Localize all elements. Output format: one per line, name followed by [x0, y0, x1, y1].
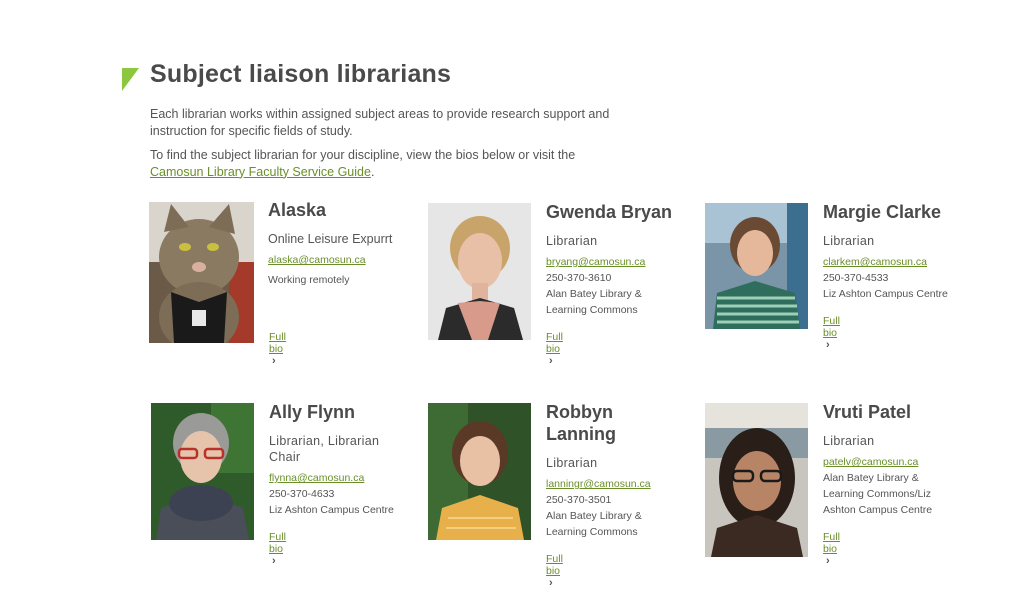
chevron-right-icon: › [272, 555, 276, 567]
librarian-email[interactable]: clarkem@camosun.ca [823, 254, 973, 270]
info-alaska: Alaska Online Leisure Expurrt alaska@cam… [268, 199, 418, 288]
photo-vruti-patel [705, 403, 808, 557]
librarian-email[interactable]: lanningr@camosun.ca [546, 476, 696, 492]
heading-accent-icon [122, 68, 139, 91]
full-bio-link-gwenda-bryan[interactable]: Full bio› [546, 331, 563, 367]
intro-text: Each librarian works within assigned sub… [150, 106, 630, 188]
intro-paragraph-2-end: . [370, 164, 375, 179]
librarian-email[interactable]: alaska@camosun.ca [268, 252, 418, 268]
librarian-location: Alan Batey Library & Learning Commons [546, 510, 642, 538]
librarian-name: Ally Flynn [269, 402, 356, 422]
librarian-phone: 250-370-4633 [269, 488, 335, 500]
librarian-role: Online Leisure Expurrt [268, 232, 393, 246]
librarian-location: Alan Batey Library & Learning Commons [546, 288, 642, 316]
chevron-right-icon: › [549, 577, 553, 589]
librarian-location: Liz Ashton Campus Centre [823, 288, 948, 300]
full-bio-label: Full bio [823, 315, 840, 339]
full-bio-link-robbyn-lanning[interactable]: Full bio› [546, 553, 563, 589]
intro-paragraph-2-text: To find the subject librarian for your d… [150, 148, 576, 162]
intro-paragraph-1: Each librarian works within assigned sub… [150, 107, 610, 138]
librarian-role: Librarian [546, 234, 598, 248]
librarian-email[interactable]: patelv@camosun.ca [823, 454, 953, 470]
info-gwenda-bryan: Gwenda Bryan Librarian bryang@camosun.ca… [546, 201, 696, 318]
intro-paragraph-2: To find the subject librarian for your d… [150, 147, 630, 180]
chevron-right-icon: › [826, 555, 830, 567]
photo-ally-flynn [151, 403, 254, 540]
full-bio-link-vruti-patel[interactable]: Full bio› [823, 531, 840, 567]
info-vruti-patel: Vruti Patel Librarian patelv@camosun.ca … [823, 401, 953, 518]
photo-alaska [149, 202, 254, 343]
full-bio-label: Full bio [546, 331, 563, 355]
photo-gwenda-bryan [428, 203, 531, 340]
photo-margie-clarke [705, 203, 808, 329]
librarian-location: Liz Ashton Campus Centre [269, 504, 394, 516]
full-bio-link-ally-flynn[interactable]: Full bio› [269, 531, 286, 567]
librarian-location: Alan Batey Library & Learning Commons/Li… [823, 472, 933, 516]
librarian-role: Librarian [546, 456, 598, 470]
librarian-name: Vruti Patel [823, 402, 912, 422]
librarian-email[interactable]: bryang@camosun.ca [546, 254, 696, 270]
librarian-phone: 250-370-3610 [546, 272, 612, 284]
chevron-right-icon: › [549, 355, 553, 367]
librarian-email[interactable]: flynna@camosun.ca [269, 470, 399, 486]
librarian-role: Librarian [823, 234, 875, 248]
librarian-role: Librarian, Librarian Chair [269, 434, 380, 464]
librarian-name: Robbyn Lanning [546, 402, 616, 444]
librarian-name: Gwenda Bryan [546, 202, 673, 222]
librarian-name: Alaska [268, 200, 327, 220]
faculty-service-guide-link[interactable]: Camosun Library Faculty Service Guide [150, 165, 371, 179]
librarian-phone: 250-370-4533 [823, 272, 889, 284]
full-bio-label: Full bio [546, 553, 563, 577]
photo-robbyn-lanning [428, 403, 531, 540]
chevron-right-icon: › [826, 339, 830, 351]
chevron-right-icon: › [272, 355, 276, 367]
full-bio-link-margie-clarke[interactable]: Full bio› [823, 315, 840, 351]
info-ally-flynn: Ally Flynn Librarian, Librarian Chair fl… [269, 401, 399, 518]
librarian-phone: 250-370-3501 [546, 494, 612, 506]
full-bio-link-alaska[interactable]: Full bio› [269, 331, 286, 367]
full-bio-label: Full bio [269, 331, 286, 355]
librarian-name: Margie Clarke [823, 202, 942, 222]
page-title: Subject liaison librarians [150, 60, 452, 88]
info-robbyn-lanning: Robbyn Lanning Librarian lanningr@camosu… [546, 401, 696, 540]
info-margie-clarke: Margie Clarke Librarian clarkem@camosun.… [823, 201, 973, 302]
librarian-location: Working remotely [268, 274, 350, 286]
full-bio-label: Full bio [269, 531, 286, 555]
librarian-role: Librarian [823, 434, 875, 448]
full-bio-label: Full bio [823, 531, 840, 555]
